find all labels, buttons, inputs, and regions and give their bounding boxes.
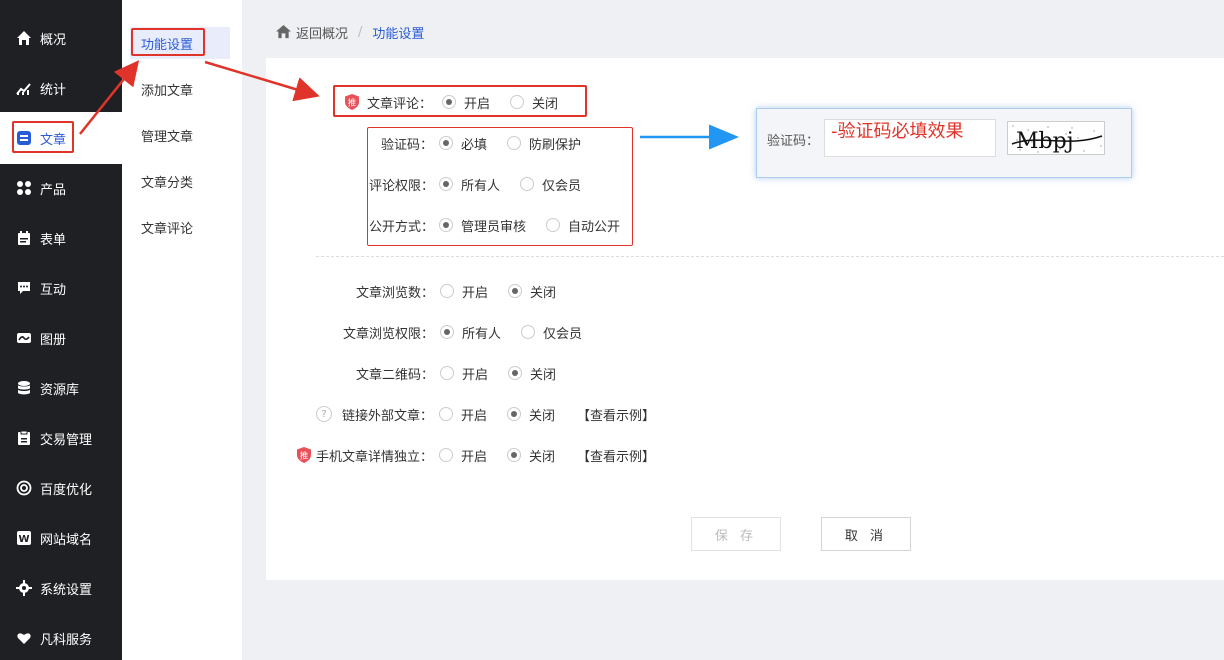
red-arrow-2 (204, 60, 320, 102)
app-root: 概况 统计 文章 产品 表单 互动 图册 资源库 交易管理 百度优化 W 网站域… (0, 0, 1224, 660)
red-arrow-1 (79, 60, 140, 135)
annotation-arrows (79, 60, 739, 150)
